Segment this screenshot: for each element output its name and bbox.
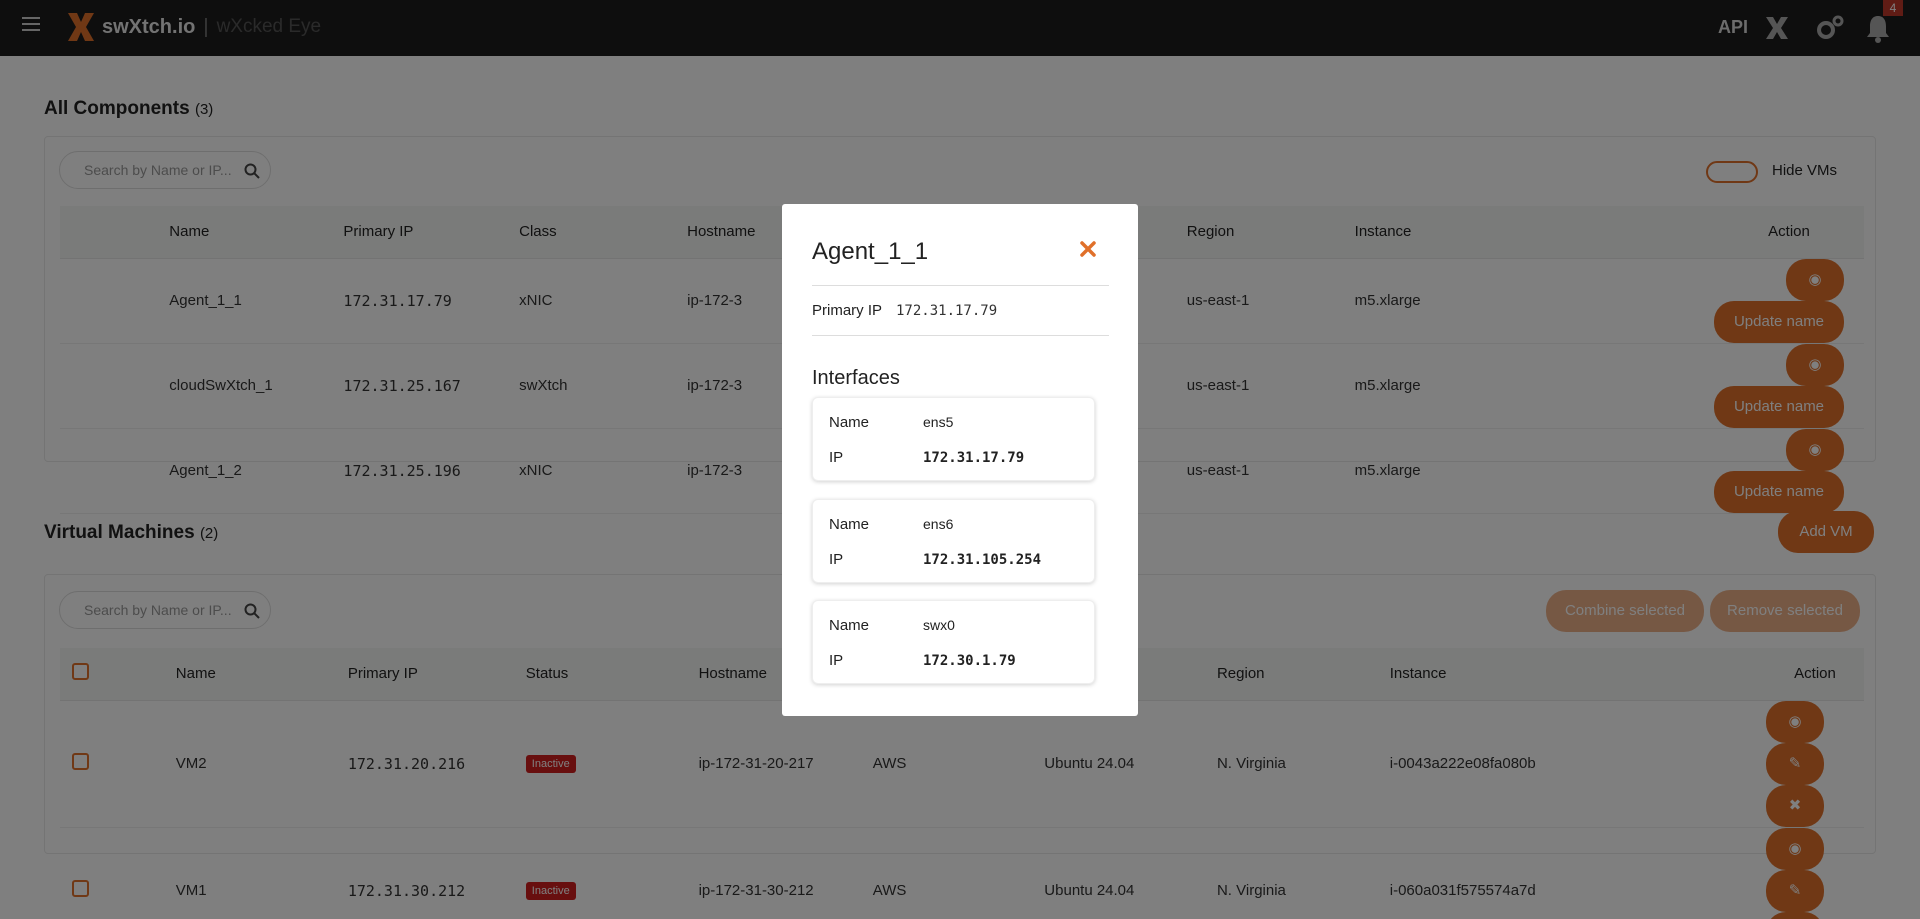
close-icon[interactable] (1077, 238, 1099, 260)
interface-name-value: swx0 (923, 617, 955, 633)
interface-ip-label: IP (829, 449, 844, 466)
component-details-modal: Agent_1_1 Primary IP 172.31.17.79 Interf… (782, 204, 1138, 716)
interface-name-value: ens5 (923, 414, 954, 430)
interface-name-label: Name (829, 414, 870, 431)
interface-ip-value: 172.31.105.254 (923, 552, 1042, 568)
interface-name-label: Name (829, 516, 870, 533)
interface-ip-label: IP (829, 652, 844, 669)
modal-divider (812, 335, 1109, 336)
modal-title: Agent_1_1 (812, 238, 929, 265)
interface-card: Name ens6 IP 172.31.105.254 (812, 499, 1095, 583)
primary-ip-label: Primary IP (812, 302, 883, 319)
interface-ip-label: IP (829, 551, 844, 568)
interface-card: Name ens5 IP 172.31.17.79 (812, 397, 1095, 481)
interface-ip-value: 172.30.1.79 (923, 653, 1016, 669)
interface-card: Name swx0 IP 172.30.1.79 (812, 600, 1095, 684)
interface-ip-value: 172.31.17.79 (923, 450, 1025, 466)
interface-name-label: Name (829, 617, 870, 634)
modal-divider (812, 285, 1109, 286)
interfaces-heading: Interfaces (812, 367, 900, 389)
primary-ip-value: 172.31.17.79 (896, 303, 998, 319)
interface-name-value: ens6 (923, 516, 954, 532)
